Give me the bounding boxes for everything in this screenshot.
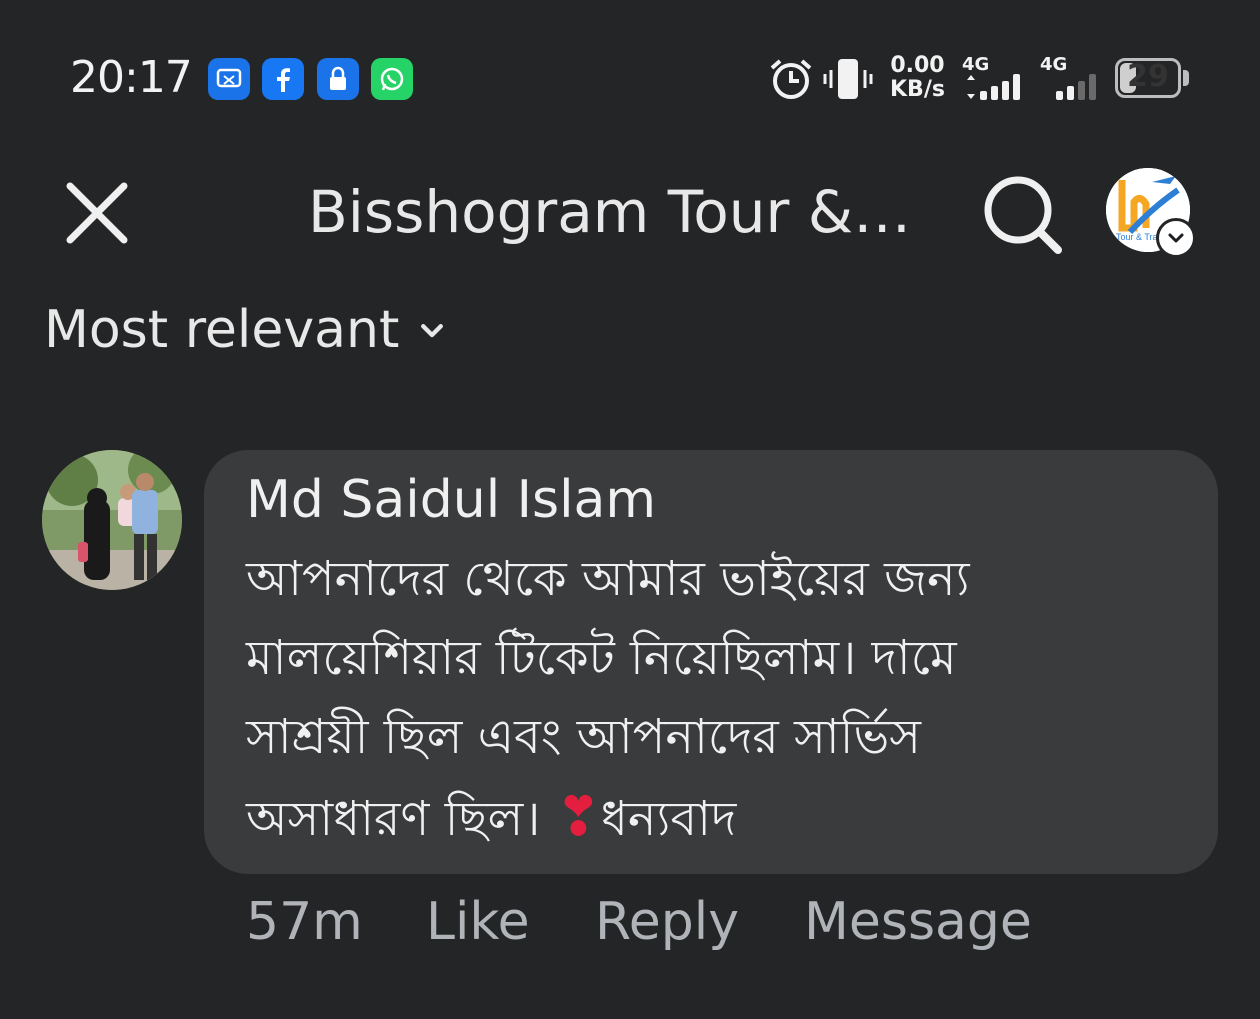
chevron-down-icon [421,324,444,338]
comment-line: আপনাদের থেকে আমার ভাইয়ের জন্য [246,551,970,607]
screenshot-app-icon [208,58,250,100]
comment-line-text: অসাধারণ ছিল। [246,791,541,847]
battery-icon: 29 [1115,58,1181,98]
chevron-down-icon [1168,233,1184,243]
comment-line: মালয়েশিয়ার টিকেট নিয়েছিলাম। দামে [246,630,957,686]
sort-dropdown[interactable]: Most relevant [44,300,447,360]
sim2-signal-icon [1056,74,1096,100]
network-speed: 0.00 KB/s [890,53,945,102]
comment-line-tail: ধন্যবাদ [600,791,737,847]
sort-label: Most relevant [44,300,400,360]
comment-line: অসাধারণ ছিল। ❣ধন্যবাদ [246,777,1196,859]
comment-timestamp: 57m [246,892,363,952]
status-time: 20:17 [70,52,193,103]
lock-app-icon [317,58,359,100]
profile-photo [42,450,182,590]
comment-line: সাশ্রয়ী ছিল এবং আপনাদের সার্ভিস [246,709,921,765]
page-title: Bisshogram Tour & Travels [308,178,918,246]
battery-level: 29 [1127,59,1169,94]
reply-button[interactable]: Reply [595,892,739,952]
message-button[interactable]: Message [804,892,1032,952]
alarm-icon [770,59,812,99]
whatsapp-icon [371,58,413,100]
like-button[interactable]: Like [426,892,530,952]
commenter-avatar[interactable] [42,450,182,590]
sim1-signal-icon [967,74,1020,100]
comment-text: আপনাদের থেকে আমার ভাইয়ের জন্য মালয়েশিয… [246,540,1196,859]
search-button[interactable] [980,172,1064,256]
vibrate-icon [823,59,873,99]
facebook-icon [262,58,304,100]
account-switcher-button[interactable] [1156,218,1196,258]
battery-tip [1183,70,1189,86]
heart-emoji: ❣ [555,785,601,848]
comment-author[interactable]: Md Saidul Islam [246,470,656,530]
close-button[interactable] [62,178,132,248]
